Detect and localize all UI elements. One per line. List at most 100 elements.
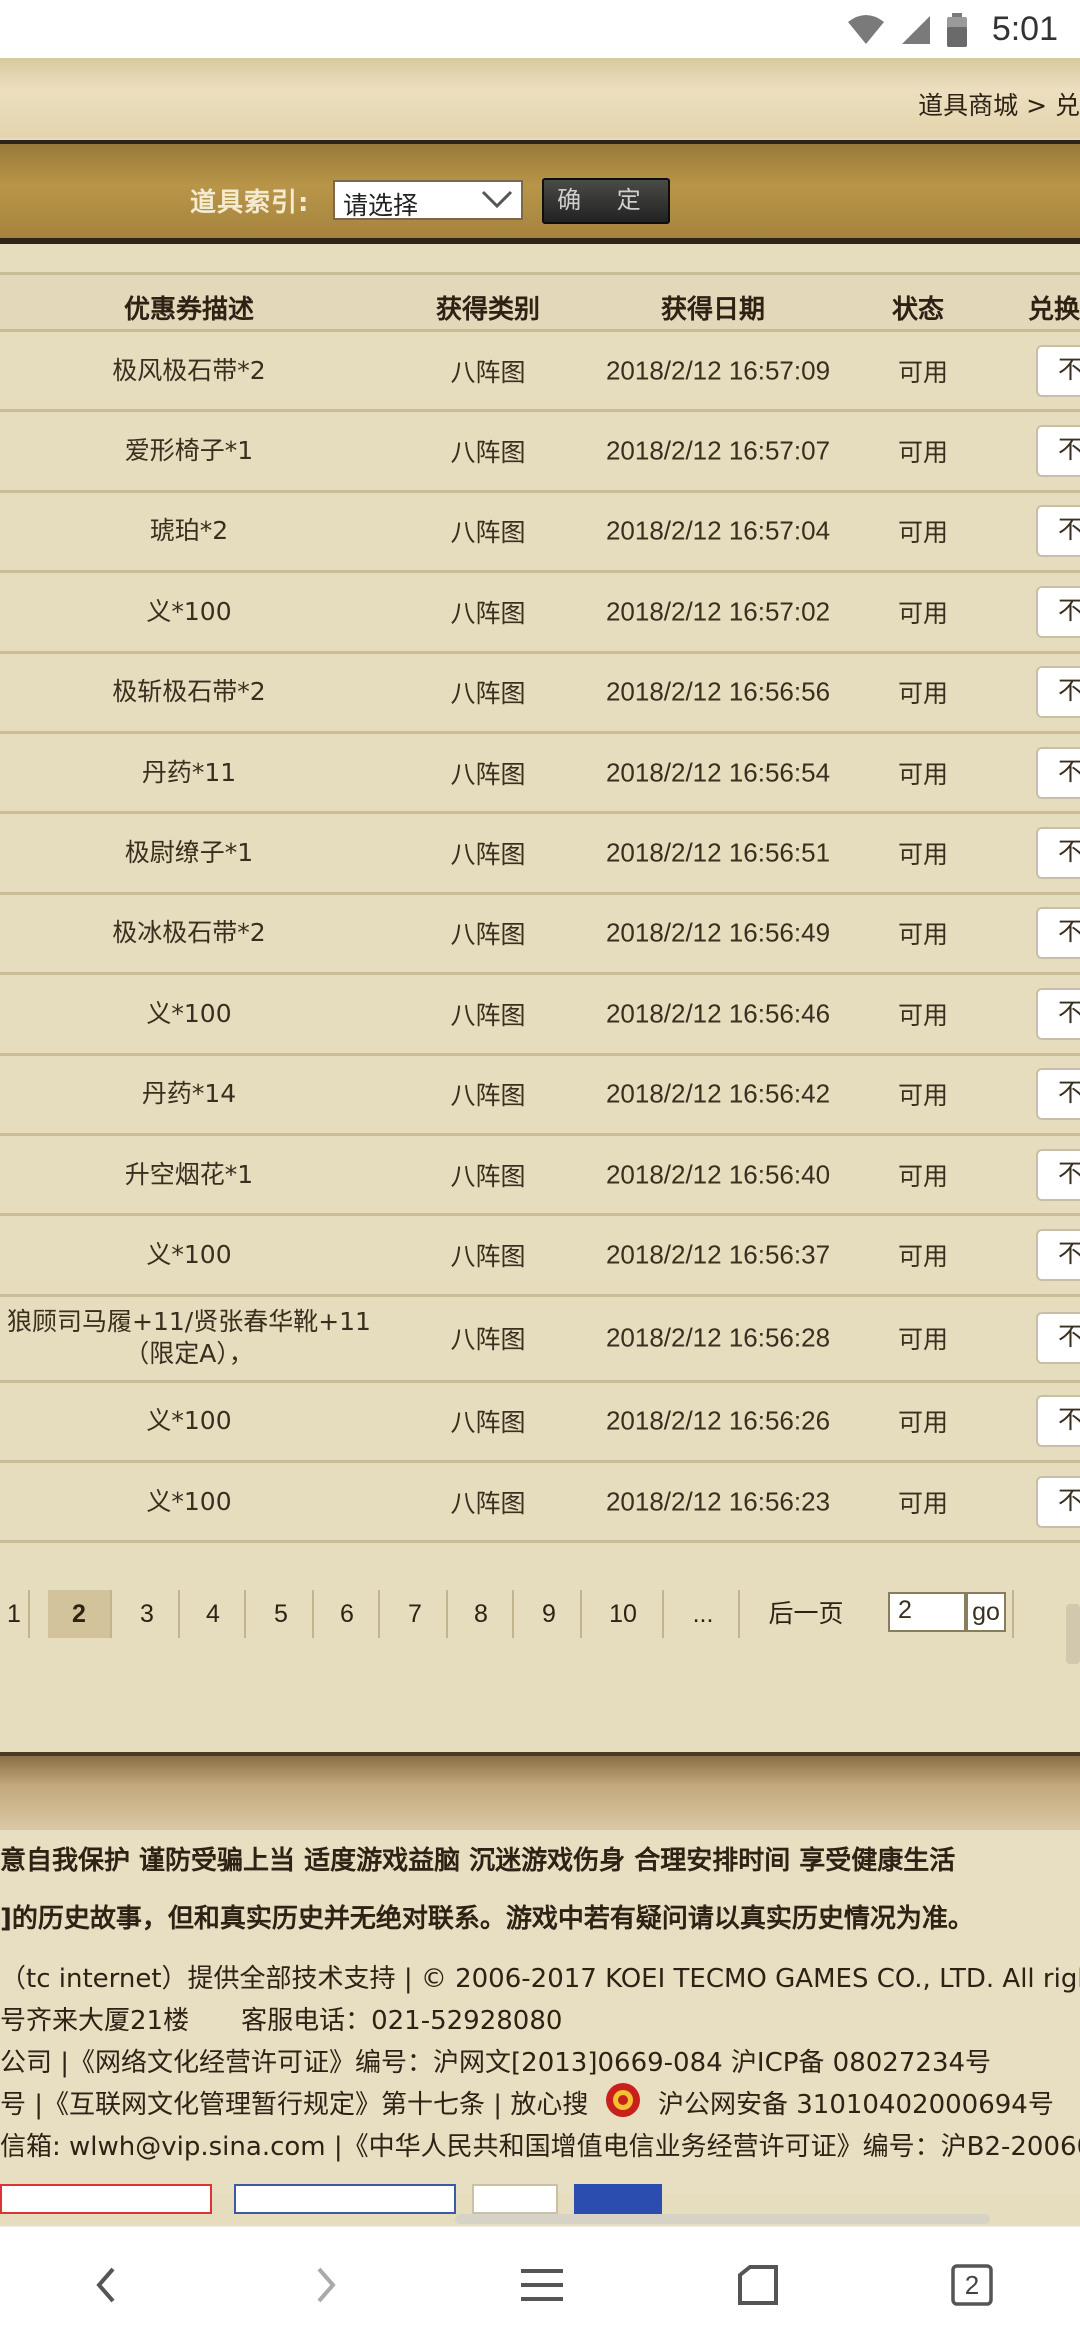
cell-description: 爱形椅子*1	[124, 436, 254, 466]
wifi-icon	[847, 14, 884, 44]
chevron-down-icon	[481, 190, 513, 209]
cell-type: 八阵图	[450, 1081, 526, 1111]
cell-description: 琥珀*2	[149, 516, 229, 546]
page-link-8[interactable]: 8	[450, 1590, 514, 1638]
redeem-button[interactable]: 不	[1036, 1395, 1080, 1448]
coupon-table: 优惠券描述 获得类别 获得日期 状态 兑换 极风极石带*2 八阵图 2018/2/1…	[0, 272, 1080, 1544]
table-row: 极冰极石带*2 八阵图 2018/2/12 16:56:49 可用 不	[0, 895, 1080, 976]
page-number-input[interactable]: 2	[888, 1592, 966, 1632]
page-link-2[interactable]: 2	[48, 1590, 112, 1638]
footer-badges	[0, 2184, 1080, 2214]
back-button[interactable]	[78, 2257, 134, 2313]
table-row: 义*100 八阵图 2018/2/12 16:56:46 可用 不	[0, 975, 1080, 1056]
cell-status: 可用	[897, 598, 948, 628]
go-button[interactable]: go	[966, 1592, 1006, 1632]
cell-date: 2018/2/12 16:56:56	[605, 676, 831, 707]
cell-type: 八阵图	[450, 518, 526, 548]
redeem-button[interactable]: 不	[1036, 987, 1080, 1040]
cell-date: 2018/2/12 16:57:07	[605, 435, 831, 466]
page-link-6[interactable]: 6	[316, 1590, 380, 1638]
menu-button[interactable]	[514, 2257, 570, 2313]
cell-description: 义*100	[146, 596, 232, 626]
pagination: 1 2 3 4 5 6 7 8 9 10... 后一页 2 go	[0, 1590, 1080, 1664]
home-button[interactable]	[730, 2257, 786, 2313]
forward-arrow-icon	[317, 2267, 336, 2303]
redeem-button[interactable]: 不	[1036, 425, 1080, 478]
home-icon	[738, 2265, 778, 2305]
cell-type: 八阵图	[450, 1241, 526, 1271]
cell-date: 2018/2/12 16:56:54	[605, 757, 831, 788]
cell-status: 可用	[897, 1000, 948, 1030]
certification-badge-1[interactable]	[0, 2184, 212, 2214]
cell-status: 可用	[897, 759, 948, 789]
page-scrollbar[interactable]	[1066, 1604, 1080, 1664]
table-row: 狼顾司马履+11/贤张春华靴+11（限定A）， 八阵图 2018/2/12 16:5…	[0, 1297, 1080, 1383]
footer-health-notice: 意自我保护 谨防受骗上当 适度游戏益脑 沉迷游戏伤身 合理安排时间 享受健康生活	[0, 1846, 956, 1876]
cell-description: 义*100	[146, 998, 232, 1028]
forward-button[interactable]	[298, 2257, 354, 2313]
table-row: 丹药*14 八阵图 2018/2/12 16:56:42 可用 不	[0, 1056, 1080, 1136]
cell-type: 八阵图	[450, 840, 526, 870]
cell-date: 2018/2/12 16:57:04	[605, 515, 831, 546]
redeem-button[interactable]: 不	[1036, 1312, 1080, 1365]
cell-description: 狼顾司马履+11/贤张春华靴+11（限定A），	[7, 1307, 371, 1369]
browser-nav-bar: 2	[0, 2226, 1080, 2339]
redeem-button[interactable]: 不	[1036, 827, 1080, 880]
column-header-date: 获得日期	[660, 295, 765, 325]
cell-date: 2018/2/12 16:56:51	[605, 837, 831, 868]
cell-type: 八阵图	[450, 1408, 526, 1438]
page-link-9[interactable]: 9	[518, 1590, 582, 1638]
confirm-button[interactable]: 确 定	[542, 178, 670, 224]
cell-description: 极冰极石带*2	[112, 918, 266, 948]
page-link-7[interactable]: 7	[384, 1590, 448, 1638]
cell-status: 可用	[897, 679, 948, 709]
table-row: 极风极石带*2 八阵图 2018/2/12 16:57:09 可用 不	[0, 332, 1080, 413]
horizontal-scrollbar[interactable]	[455, 2214, 990, 2224]
page-ellipsis[interactable]: ...	[668, 1590, 740, 1638]
table-row: 琥珀*2 八阵图 2018/2/12 16:57:04 可用 不	[0, 493, 1080, 574]
redeem-button[interactable]: 不	[1036, 344, 1080, 397]
tabs-button[interactable]: 2	[944, 2257, 1000, 2313]
certification-badge-3[interactable]	[472, 2184, 558, 2214]
page-link-10[interactable]: 10	[584, 1590, 664, 1638]
cell-status: 可用	[897, 1488, 948, 1518]
footer-police-record: 沪公网安备 31010402000694号	[658, 2090, 1054, 2120]
table-header: 优惠券描述 获得类别 获得日期 状态 兑换	[0, 272, 1080, 332]
tabs-count: 2	[964, 2269, 980, 2300]
pager-divider	[1012, 1590, 1014, 1638]
cell-date: 2018/2/12 16:56:42	[605, 1078, 831, 1109]
table-row: 义*100 八阵图 2018/2/12 16:57:02 可用 不	[0, 573, 1080, 654]
redeem-button[interactable]: 不	[1036, 1068, 1080, 1121]
cell-type: 八阵图	[450, 1488, 526, 1518]
certification-badge-2[interactable]	[234, 2184, 456, 2214]
cell-type: 八阵图	[450, 1161, 526, 1191]
redeem-button[interactable]: 不	[1036, 907, 1080, 960]
breadcrumb[interactable]: 道具商城 > 兑	[918, 86, 1080, 122]
next-page-link[interactable]: 后一页	[752, 1590, 860, 1638]
redeem-button[interactable]: 不	[1036, 666, 1080, 719]
cell-status: 可用	[897, 357, 948, 387]
page-header: 道具商城 > 兑	[0, 58, 1080, 138]
redeem-button[interactable]: 不	[1036, 1475, 1080, 1528]
redeem-button[interactable]: 不	[1036, 1148, 1080, 1201]
page-link-3[interactable]: 3	[116, 1590, 180, 1638]
cell-description: 义*100	[146, 1406, 232, 1436]
cell-description: 义*100	[146, 1239, 232, 1269]
cell-type: 八阵图	[450, 920, 526, 950]
table-row: 升空烟花*1 八阵图 2018/2/12 16:56:40 可用 不	[0, 1136, 1080, 1217]
page-link-4[interactable]: 4	[182, 1590, 246, 1638]
table-row: 义*100 八阵图 2018/2/12 16:56:37 可用 不	[0, 1216, 1080, 1297]
redeem-button[interactable]: 不	[1036, 1228, 1080, 1281]
footer-history-notice: ]的历史故事，但和真实历史并无绝对联系。游戏中若有疑问请以真实历史情况为准。	[0, 1904, 974, 1934]
item-index-select[interactable]: 请选择	[333, 180, 523, 220]
redeem-button[interactable]: 不	[1036, 585, 1080, 638]
page-link-5[interactable]: 5	[250, 1590, 314, 1638]
redeem-button[interactable]: 不	[1036, 746, 1080, 799]
cell-description: 极风极石带*2	[112, 355, 266, 385]
certification-badge-4[interactable]	[574, 2184, 662, 2214]
cell-status: 可用	[897, 518, 948, 548]
footer-address: 号齐来大厦21楼 客服电话：021-52928080	[0, 2006, 563, 2036]
redeem-button[interactable]: 不	[1036, 505, 1080, 558]
cell-type: 八阵图	[450, 357, 526, 387]
page-link-1[interactable]: 1	[0, 1590, 30, 1638]
